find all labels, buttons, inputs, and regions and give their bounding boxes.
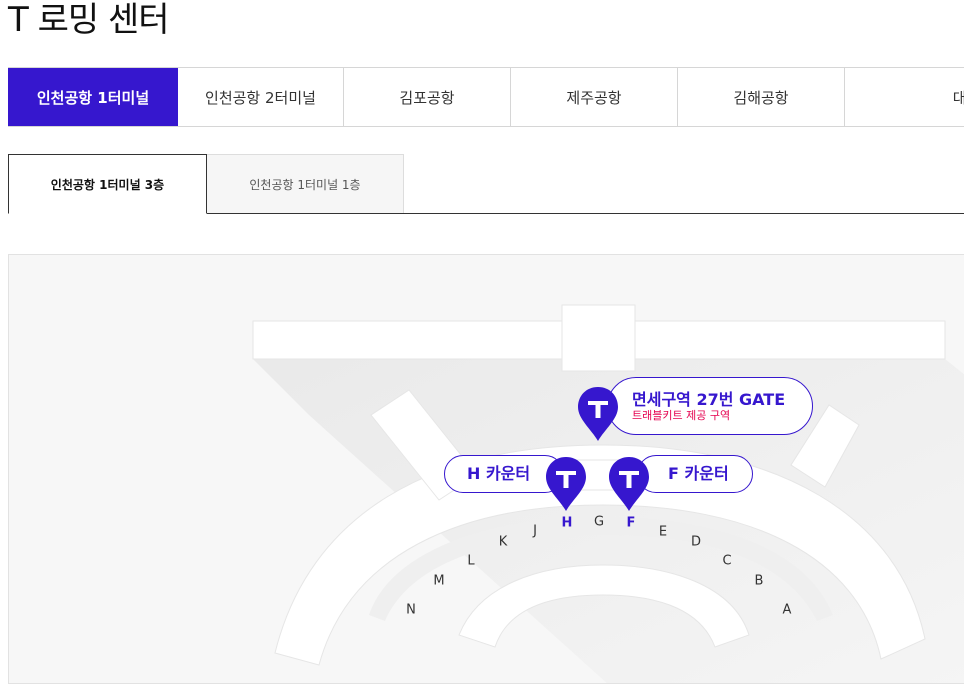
gate-c: C xyxy=(722,553,732,569)
floor-tabs: 인천공항 1터미널 3층 인천공항 1터미널 1층 xyxy=(8,154,964,214)
gate-g: G xyxy=(593,514,605,530)
tab-jeju[interactable]: 제주공항 xyxy=(511,68,678,126)
t-logo-pin-icon[interactable] xyxy=(607,455,651,513)
f-counter-title: F 카운터 xyxy=(668,464,729,483)
tab-floor-3[interactable]: 인천공항 1터미널 3층 xyxy=(8,154,207,214)
t-logo-pin-icon[interactable] xyxy=(576,385,620,443)
gate-m: M xyxy=(433,573,445,589)
gate-l: L xyxy=(467,553,475,569)
gate-a: A xyxy=(782,602,792,618)
gate-b: B xyxy=(754,573,764,589)
tab-gimpo[interactable]: 김포공항 xyxy=(344,68,511,126)
gate-d: D xyxy=(690,534,702,550)
gate-e: E xyxy=(658,524,668,540)
gate-j: J xyxy=(533,523,537,539)
t-logo-pin-icon[interactable] xyxy=(544,455,588,513)
airport-tabs: 인천공항 1터미널 인천공항 2터미널 김포공항 제주공항 김해공항 대구공항 xyxy=(8,67,964,127)
tab-daegu[interactable]: 대구공항 xyxy=(845,68,964,126)
duty-free-gate27-label[interactable]: 면세구역 27번 GATE 트래블키트 제공 구역 xyxy=(607,377,813,435)
tab-gimhae[interactable]: 김해공항 xyxy=(678,68,845,126)
gate-n: N xyxy=(406,602,416,618)
tab-floor-1[interactable]: 인천공항 1터미널 1층 xyxy=(206,154,404,213)
page-title: T 로밍 센터 xyxy=(8,0,170,40)
tab-incheon-t1[interactable]: 인천공항 1터미널 xyxy=(8,68,178,126)
gate-f: F xyxy=(626,515,636,531)
gate-h: H xyxy=(561,515,573,531)
f-counter-label[interactable]: F 카운터 xyxy=(637,455,753,493)
duty-free-gate27-title: 면세구역 27번 GATE xyxy=(632,389,786,409)
duty-free-gate27-subtitle: 트래블키트 제공 구역 xyxy=(632,408,731,422)
gate-k: K xyxy=(498,534,508,550)
terminal-map: N M L K J H G F E D C B A 면세구역 27번 GATE … xyxy=(8,254,964,684)
tab-incheon-t2[interactable]: 인천공항 2터미널 xyxy=(178,68,344,126)
